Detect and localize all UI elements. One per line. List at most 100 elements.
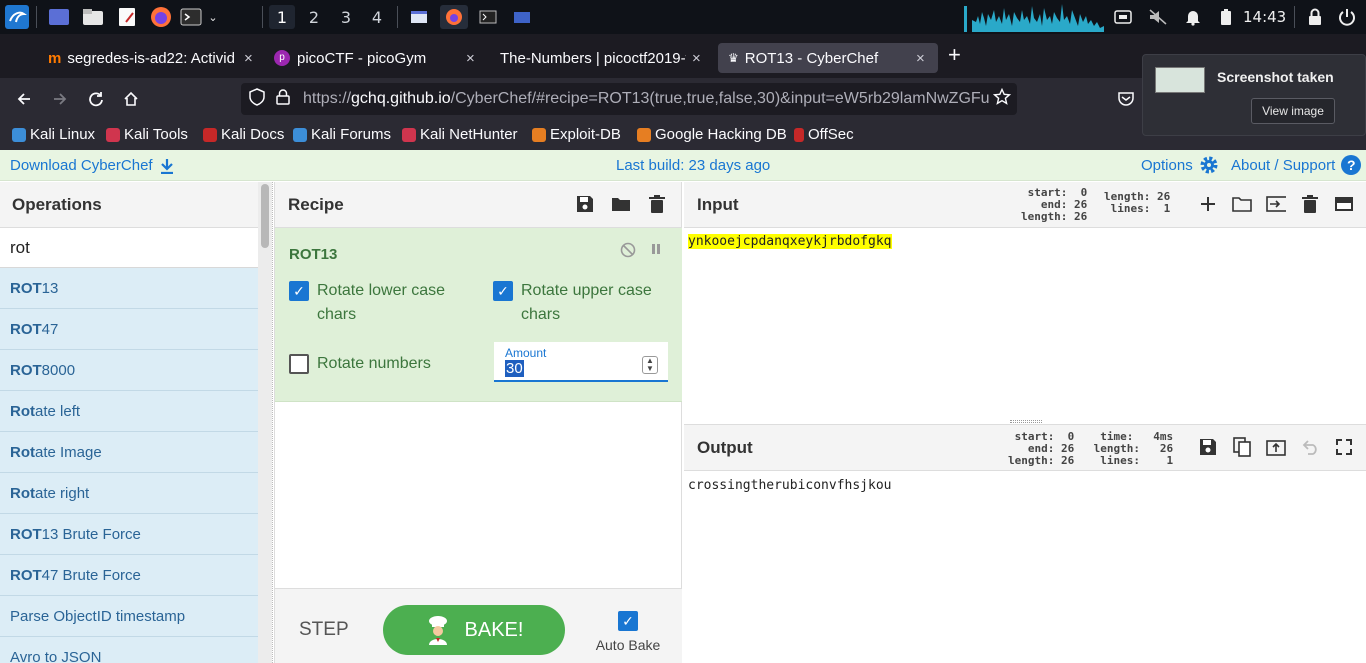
back-arrow-icon[interactable] — [11, 86, 37, 112]
auto-bake-checkbox[interactable]: ✓ Auto Bake — [593, 609, 663, 653]
rotate-upper-checkbox[interactable]: ✓ Rotate upper case chars — [493, 279, 673, 327]
folder-icon[interactable] — [611, 194, 631, 214]
tab-cyberchef[interactable]: ♛ ROT13 - CyberChef × — [718, 43, 938, 73]
bookmark-kali-tools[interactable]: Kali Tools — [106, 126, 188, 143]
operation-item[interactable]: ROT 13 Brute Force — [0, 514, 258, 555]
undo-icon[interactable] — [1300, 437, 1320, 457]
rot13-operation-card[interactable]: ROT13 ✓ Rotate lower case chars ✓ Rotate… — [275, 228, 682, 402]
clock[interactable]: 14:43 — [1243, 8, 1286, 26]
shield-icon[interactable] — [249, 87, 265, 111]
operation-item[interactable]: ROT 8000 — [0, 350, 258, 391]
about-support-link[interactable]: About / Support ? — [1231, 155, 1362, 175]
bookmark-star-icon[interactable] — [989, 87, 1012, 111]
bookmark-kali-docs[interactable]: Kali Docs — [203, 126, 284, 143]
operation-item[interactable]: Rot ate Image — [0, 432, 258, 473]
tab-segredes[interactable]: m segredes-is-ad22: Activid × — [48, 43, 258, 73]
checkbox-checked-icon[interactable]: ✓ — [618, 611, 638, 631]
io-resize-handle[interactable] — [1010, 420, 1042, 423]
bake-button[interactable]: BAKE! — [383, 605, 565, 655]
bookmark-kali-linux[interactable]: Kali Linux — [12, 126, 95, 143]
operation-item[interactable]: Rot ate left — [0, 391, 258, 432]
download-cyberchef-link[interactable]: Download CyberChef — [10, 157, 175, 174]
pocket-icon[interactable] — [1113, 86, 1139, 112]
operation-item[interactable]: Parse ObjectID timestamp — [0, 596, 258, 637]
workspace-2[interactable]: 2 — [301, 5, 327, 29]
bookmark-offsec[interactable]: OffSec — [794, 126, 854, 143]
operation-item[interactable]: Rot ate right — [0, 473, 258, 514]
workspace-4[interactable]: 4 — [364, 5, 390, 29]
checkbox-unchecked-icon[interactable] — [289, 354, 309, 374]
checkbox-checked-icon[interactable]: ✓ — [289, 281, 309, 301]
folder-window-icon[interactable] — [510, 5, 534, 29]
save-icon[interactable] — [575, 194, 595, 214]
output-text[interactable]: crossingtherubiconvfhsjkou — [688, 478, 892, 493]
screenshot-thumbnail[interactable] — [1155, 67, 1205, 93]
step-button[interactable]: STEP — [299, 619, 349, 641]
battery-icon[interactable] — [1216, 5, 1236, 29]
firefox-icon[interactable] — [148, 5, 174, 29]
maximize-icon[interactable] — [1334, 437, 1354, 457]
bookmark-kali-nethunter[interactable]: Kali NetHunter — [402, 126, 518, 143]
close-icon[interactable]: × — [916, 50, 930, 67]
url-text[interactable]: https://gchq.github.io/CyberChef/#recipe… — [303, 90, 1008, 108]
add-input-icon[interactable] — [1198, 194, 1218, 214]
amount-value[interactable]: 30 — [505, 360, 524, 377]
options-link[interactable]: Options — [1141, 155, 1219, 175]
power-icon[interactable] — [1336, 5, 1358, 29]
workspace-1[interactable]: 1 — [269, 5, 295, 29]
file-manager-icon[interactable] — [80, 5, 106, 29]
text-editor-icon[interactable] — [114, 5, 140, 29]
clear-input-icon[interactable] — [1300, 194, 1320, 214]
kali-menu-icon[interactable] — [4, 5, 30, 29]
lock-icon[interactable] — [276, 88, 290, 110]
layout-icon[interactable] — [1334, 194, 1354, 214]
open-folder-icon[interactable] — [1232, 194, 1252, 214]
save-output-icon[interactable] — [1198, 437, 1218, 457]
lock-icon[interactable] — [1304, 5, 1326, 29]
pause-icon[interactable] — [650, 242, 662, 262]
bookmark-kali-forums[interactable]: Kali Forums — [293, 126, 391, 143]
close-icon[interactable]: × — [244, 50, 258, 67]
operation-item[interactable]: ROT 13 — [0, 268, 258, 309]
tab-title: The-Numbers | picoctf2019-w — [500, 49, 686, 67]
checkbox-checked-icon[interactable]: ✓ — [493, 281, 513, 301]
chevron-down-icon[interactable]: ⌄ — [204, 5, 222, 29]
replace-input-icon[interactable] — [1266, 437, 1286, 457]
number-spinner-icon[interactable]: ▲ ▼ — [642, 356, 658, 374]
operations-scrollbar[interactable] — [258, 182, 272, 663]
bookmark-exploit-db[interactable]: Exploit-DB — [532, 126, 621, 143]
workspace-3[interactable]: 3 — [333, 5, 359, 29]
operation-item[interactable]: Avro to JSON — [0, 637, 258, 663]
operation-item[interactable]: ROT 47 — [0, 309, 258, 350]
notification-bell-icon[interactable] — [1182, 5, 1204, 29]
open-file-icon[interactable] — [1266, 194, 1286, 214]
copy-icon[interactable] — [1232, 437, 1252, 457]
terminal-icon[interactable] — [180, 5, 202, 29]
screencast-icon[interactable] — [1112, 5, 1134, 29]
rotate-numbers-checkbox[interactable]: Rotate numbers — [289, 352, 479, 376]
amount-input[interactable]: Amount 30 ▲ ▼ — [494, 342, 668, 382]
offsec-icon — [794, 127, 804, 142]
home-icon[interactable] — [118, 86, 144, 112]
terminal-window-icon[interactable] — [476, 5, 500, 29]
bookmark-google-hacking-db[interactable]: Google Hacking DB — [637, 126, 787, 143]
volume-muted-icon[interactable] — [1146, 5, 1170, 29]
operations-search-input[interactable]: rot — [0, 228, 258, 268]
close-icon[interactable]: × — [692, 50, 706, 67]
reload-icon[interactable] — [83, 86, 109, 112]
desktop-icon[interactable] — [46, 5, 72, 29]
view-image-button[interactable]: View image — [1251, 98, 1335, 124]
tab-the-numbers[interactable]: The-Numbers | picoctf2019-w × — [500, 43, 706, 73]
forward-arrow-icon[interactable] — [47, 86, 73, 112]
firefox-window-icon[interactable] — [440, 5, 468, 29]
url-bar[interactable]: https://gchq.github.io/CyberChef/#recipe… — [241, 83, 1017, 115]
rotate-lower-checkbox[interactable]: ✓ Rotate lower case chars — [289, 279, 469, 327]
operation-item[interactable]: ROT 47 Brute Force — [0, 555, 258, 596]
trash-icon[interactable] — [647, 194, 667, 214]
input-text[interactable]: ynkooejcpdanqxeykjrbdofgkq — [688, 234, 892, 249]
close-icon[interactable]: × — [466, 50, 480, 67]
disable-icon[interactable] — [620, 242, 636, 262]
new-tab-button[interactable]: + — [948, 42, 961, 68]
window-icon[interactable] — [407, 5, 431, 29]
tab-picoctf[interactable]: p picoCTF - picoGym × — [274, 43, 480, 73]
